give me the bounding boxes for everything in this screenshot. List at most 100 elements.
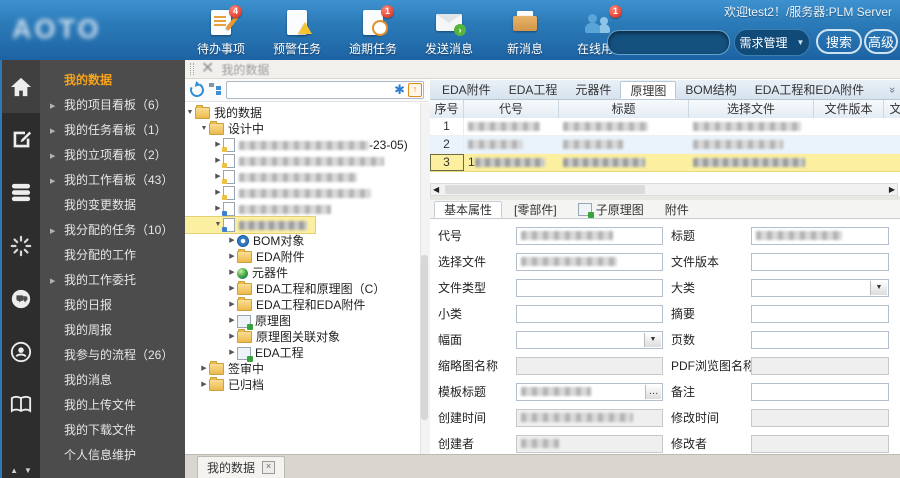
- home-icon[interactable]: [2, 60, 40, 113]
- tree-node-eda-attachment[interactable]: ▶ EDA附件: [185, 249, 420, 265]
- table-row[interactable]: 2: [430, 136, 900, 154]
- locate-up-icon[interactable]: ↑: [408, 83, 422, 97]
- scroll-down-icon[interactable]: ▼: [24, 466, 32, 475]
- tree-node[interactable]: ▶: [185, 169, 420, 185]
- tree-node[interactable]: ▶: [185, 201, 420, 217]
- table-row[interactable]: 1: [430, 118, 900, 136]
- sidebar-item-change-data[interactable]: 我的变更数据: [40, 193, 185, 218]
- tree-node-schematic-links[interactable]: ▶ 原理图关联对象: [185, 329, 420, 345]
- tree-node-design[interactable]: ▼ 设计中: [185, 121, 420, 137]
- tab-sub-schematic[interactable]: 子原理图: [569, 201, 653, 218]
- tab-overflow-icon[interactable]: »: [886, 87, 898, 93]
- sidebar-item-task-board[interactable]: ▶ 我的任务看板（1）: [40, 118, 185, 143]
- database-icon[interactable]: [2, 166, 40, 219]
- tab-components[interactable]: 元器件: [566, 81, 620, 99]
- scroll-left-icon[interactable]: ◀: [433, 185, 439, 194]
- sidebar-item-daily-report[interactable]: 我的日报: [40, 293, 185, 318]
- pages-input[interactable]: [751, 330, 889, 349]
- tree-node-eda-schematic[interactable]: ▶ EDA工程和原理图（C）: [185, 281, 420, 297]
- sheet-size-select[interactable]: ▼: [516, 330, 663, 349]
- strip-scroll-arrows[interactable]: ▲ ▼: [2, 466, 40, 475]
- sidebar-item-weekly-report[interactable]: 我的周报: [40, 318, 185, 343]
- sidebar-item-work-delegation[interactable]: ▶ 我的工作委托: [40, 268, 185, 293]
- tree-scrollbar-thumb[interactable]: [421, 255, 428, 420]
- edit-icon[interactable]: [2, 113, 40, 166]
- file-type-input[interactable]: [516, 278, 663, 297]
- sidebar-item-approval-board[interactable]: ▶ 我的立项看板（2）: [40, 143, 185, 168]
- expand-arrow-icon[interactable]: ▶: [227, 345, 237, 361]
- col-title[interactable]: 标题: [559, 100, 689, 118]
- tree-node-eda-eda-attach[interactable]: ▶ EDA工程和EDA附件: [185, 297, 420, 313]
- col-version[interactable]: 文件版本: [814, 100, 884, 118]
- sidebar-item-personal-info[interactable]: 个人信息维护: [40, 443, 185, 468]
- tree-node[interactable]: ▶: [185, 153, 420, 169]
- tree-node[interactable]: ▶ -23-05): [185, 137, 420, 153]
- select-file-input[interactable]: [516, 252, 663, 271]
- table-horizontal-scrollbar[interactable]: ◀ ▶: [430, 183, 898, 196]
- tree-node-root[interactable]: ▼ 我的数据: [185, 105, 420, 121]
- bottom-tab-my-data[interactable]: 我的数据 ×: [197, 456, 286, 478]
- chevron-down-icon[interactable]: ▼: [870, 280, 887, 295]
- tab-attachments[interactable]: 附件: [656, 201, 698, 218]
- template-title-input[interactable]: …: [516, 382, 663, 401]
- chat-icon[interactable]: [2, 272, 40, 325]
- expand-arrow-icon[interactable]: ▶: [227, 233, 237, 249]
- expand-arrow-icon[interactable]: ▶: [227, 265, 237, 281]
- sidebar-item-project-board[interactable]: ▶ 我的项目看板（6）: [40, 93, 185, 118]
- filter-star-icon[interactable]: ✱: [394, 83, 405, 96]
- search-button[interactable]: 搜索: [816, 29, 862, 54]
- sidebar-item-my-processes[interactable]: 我参与的流程（26）: [40, 343, 185, 368]
- expand-arrow-icon[interactable]: ▶: [227, 329, 237, 345]
- scrollbar-thumb[interactable]: [445, 185, 645, 194]
- advanced-search-button[interactable]: 高级: [864, 29, 898, 54]
- sidebar-item-work-board[interactable]: ▶ 我的工作看板（43）: [40, 168, 185, 193]
- expand-arrow-icon[interactable]: ▶: [227, 313, 237, 329]
- tree-node-in-review[interactable]: ▶ 签审中: [185, 361, 420, 377]
- tree-node-bom[interactable]: ▶ BOM对象: [185, 233, 420, 249]
- tab-schematic[interactable]: 原理图: [620, 81, 677, 99]
- sidebar-item-assigned-work[interactable]: 我分配的工作: [40, 243, 185, 268]
- search-category-dropdown[interactable]: 需求管理 ▼: [734, 29, 810, 56]
- file-version-input[interactable]: [751, 252, 889, 271]
- collapse-arrow-icon[interactable]: ▼: [185, 105, 195, 121]
- new-message-button[interactable]: 新消息: [494, 8, 556, 57]
- send-message-button[interactable]: › 发送消息: [418, 8, 480, 57]
- sidebar-item-assigned-tasks[interactable]: ▶ 我分配的任务（10）: [40, 218, 185, 243]
- summary-input[interactable]: [751, 304, 889, 323]
- sidebar-item-my-messages[interactable]: 我的消息: [40, 368, 185, 393]
- expand-arrow-icon[interactable]: ▶: [199, 377, 209, 393]
- warning-tasks-button[interactable]: 预警任务: [266, 8, 328, 57]
- category-select[interactable]: ▼: [751, 278, 889, 297]
- tree-node[interactable]: ▶: [185, 185, 420, 201]
- tab-eda-and-attach[interactable]: EDA工程和EDA附件: [746, 81, 873, 99]
- sidebar-item-uploaded-files[interactable]: 我的上传文件: [40, 393, 185, 418]
- tab-basic-properties[interactable]: 基本属性: [434, 201, 503, 218]
- ellipsis-button[interactable]: …: [645, 384, 661, 399]
- col-code[interactable]: 代号: [464, 100, 559, 118]
- title-input[interactable]: [751, 226, 889, 245]
- book-icon[interactable]: [2, 378, 40, 431]
- todo-items-button[interactable]: 4 待办事项: [190, 5, 252, 57]
- tree-node-schematic[interactable]: ▶ 原理图: [185, 313, 420, 330]
- tree-view-icon[interactable]: [209, 82, 221, 98]
- overdue-tasks-button[interactable]: 1 逾期任务: [342, 5, 404, 57]
- remark-input[interactable]: [751, 382, 889, 401]
- subcategory-input[interactable]: [516, 304, 663, 323]
- tab-parts[interactable]: [零部件]: [505, 201, 566, 218]
- global-search-input[interactable]: [608, 35, 729, 50]
- tree-node-eda-project[interactable]: ▶ EDA工程: [185, 345, 420, 362]
- expand-arrow-icon[interactable]: ▶: [199, 361, 209, 377]
- close-panel-icon[interactable]: ✕: [201, 61, 214, 77]
- refresh-icon[interactable]: [188, 81, 206, 99]
- tree-node-selected[interactable]: ▼: [185, 216, 316, 234]
- tree-node-components[interactable]: ▶ 元器件: [185, 265, 420, 281]
- tree-node-archived[interactable]: ▶ 已归档: [185, 377, 420, 393]
- scroll-right-icon[interactable]: ▶: [889, 185, 895, 194]
- table-row-selected[interactable]: 3 1: [430, 154, 900, 172]
- tab-eda-attachment[interactable]: EDA附件: [433, 81, 500, 99]
- expand-arrow-icon[interactable]: ▶: [227, 297, 237, 313]
- broadcast-icon[interactable]: [2, 325, 40, 378]
- tree-search-input[interactable]: [227, 84, 395, 96]
- col-file[interactable]: 选择文件: [689, 100, 814, 118]
- sidebar-item-downloaded-files[interactable]: 我的下载文件: [40, 418, 185, 443]
